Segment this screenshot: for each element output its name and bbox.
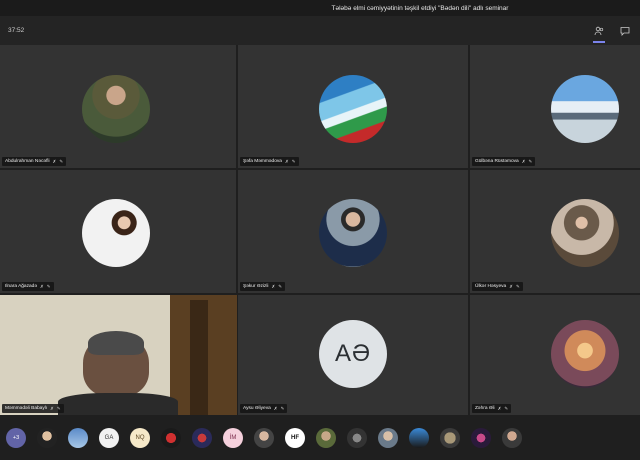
pin-icon: ✎ <box>528 158 533 164</box>
strip-avatar-initials[interactable]: NQ <box>130 427 150 448</box>
participant-tile[interactable]: AƏ Aysu Əliyeva ✗ ✎ <box>238 295 468 415</box>
participant-name-tag: Gülbəna Rüstəmova ✗ ✎ <box>472 157 536 166</box>
participant-avatar <box>82 75 150 143</box>
pin-icon: ✎ <box>46 283 51 289</box>
participant-avatar <box>551 75 619 143</box>
participant-tile[interactable]: Ilnara Ağazadə ✗ ✎ <box>0 170 236 293</box>
mic-off-icon: ✗ <box>497 405 502 411</box>
mic-off-icon: ✗ <box>271 283 276 289</box>
participant-name: Şəkur Əzizli <box>243 284 269 289</box>
pin-icon: ✎ <box>291 158 296 164</box>
more-participants-button[interactable]: +3 <box>6 427 26 448</box>
participant-name-tag: Şəkur Əzizli ✗ ✎ <box>240 282 286 291</box>
pin-icon: ✎ <box>56 405 61 411</box>
mic-off-icon: ✗ <box>50 405 54 411</box>
participant-name-tag: Abdulrahman Nəcəfli ✗ ✎ <box>2 157 67 166</box>
chat-icon <box>620 26 630 36</box>
mic-off-icon: ✗ <box>509 283 513 289</box>
participant-avatar <box>319 75 387 143</box>
participant-tile[interactable]: Şəkur Əzizli ✗ ✎ <box>238 170 468 293</box>
participant-tile[interactable]: Abdulrahman Nəcəfli ✗ ✎ <box>0 45 236 168</box>
participant-avatar <box>551 199 619 267</box>
pin-icon: ✎ <box>280 405 285 411</box>
meeting-toolbar: 37:52 <box>0 16 640 45</box>
participant-strip: +3 GA NQ İM HF <box>0 415 640 460</box>
participant-avatar <box>319 199 387 267</box>
participant-tile[interactable]: Ülkər Həsyeva ✗ ✎ <box>470 170 640 293</box>
participant-avatar <box>82 199 150 267</box>
participant-video-tile[interactable]: Məmmədəli Babaylı ✗ ✎ <box>0 295 237 415</box>
strip-avatar[interactable] <box>254 427 274 448</box>
strip-avatar[interactable] <box>347 427 367 448</box>
meeting-title: Tələbə elmi cəmiyyətinin təşkil etdiyi "… <box>331 4 509 12</box>
video-grid: Abdulrahman Nəcəfli ✗ ✎ Şəfa Məmmədova ✗ ✎ G… <box>0 45 640 415</box>
mic-off-icon: ✗ <box>284 158 289 164</box>
participant-tile[interactable]: Zəhra Əli ✗ ✎ <box>470 295 640 415</box>
mic-off-icon: ✗ <box>521 158 526 164</box>
participant-name: Şəfa Məmmədova <box>243 159 282 164</box>
pin-icon: ✎ <box>504 405 509 411</box>
participant-name: Gülbəna Rüstəmova <box>475 159 519 164</box>
participant-name-tag: Məmmədəli Babaylı ✗ ✎ <box>2 404 64 413</box>
participants-button[interactable] <box>592 24 606 43</box>
strip-avatar-initials[interactable]: İM <box>223 427 243 448</box>
participant-name: Abdulrahman Nəcəfli <box>5 159 50 164</box>
strip-avatar[interactable] <box>161 427 181 448</box>
strip-avatar[interactable] <box>68 427 88 448</box>
strip-avatar[interactable] <box>37 427 57 448</box>
strip-avatar-initials[interactable]: HF <box>285 427 305 448</box>
pin-icon: ✎ <box>515 283 520 289</box>
strip-avatar[interactable] <box>409 427 429 448</box>
pin-icon: ✎ <box>278 283 283 289</box>
chat-button[interactable] <box>618 24 632 38</box>
people-icon <box>594 26 604 35</box>
strip-avatar[interactable] <box>316 427 336 448</box>
strip-avatar[interactable] <box>440 427 460 448</box>
participant-initials-avatar: AƏ <box>319 320 387 388</box>
participant-name: Zəhra Əli <box>475 406 495 411</box>
participant-name-tag: Ilnara Ağazadə ✗ ✎ <box>2 282 54 291</box>
participant-tile[interactable]: Şəfa Məmmədova ✗ ✎ <box>238 45 468 168</box>
strip-avatar[interactable] <box>471 427 491 448</box>
participant-name-tag: Ülkər Həsyeva ✗ ✎ <box>472 282 523 291</box>
participant-name: Ilnara Ağazadə <box>5 284 38 289</box>
mic-off-icon: ✗ <box>40 283 44 289</box>
participant-name: Məmmədəli Babaylı <box>5 406 48 411</box>
participant-name-tag: Zəhra Əli ✗ ✎ <box>472 404 512 413</box>
participant-avatar <box>551 320 619 388</box>
participant-name: Aysu Əliyeva <box>243 406 271 411</box>
participant-name-tag: Aysu Əliyeva ✗ ✎ <box>240 404 288 413</box>
meeting-timer: 37:52 <box>8 27 25 34</box>
mic-off-icon: ✗ <box>273 405 278 411</box>
participant-name: Ülkər Həsyeva <box>475 284 507 289</box>
participant-name-tag: Şəfa Məmmədova ✗ ✎ <box>240 157 299 166</box>
pin-icon: ✎ <box>59 158 64 164</box>
strip-avatar[interactable] <box>502 427 522 448</box>
mic-off-icon: ✗ <box>52 158 57 164</box>
title-bar: Tələbə elmi cəmiyyətinin təşkil etdiyi "… <box>0 0 640 16</box>
strip-avatar-initials[interactable]: GA <box>99 427 119 448</box>
strip-avatar[interactable] <box>378 427 398 448</box>
strip-avatar[interactable] <box>192 427 212 448</box>
participant-tile[interactable]: Gülbəna Rüstəmova ✗ ✎ <box>470 45 640 168</box>
